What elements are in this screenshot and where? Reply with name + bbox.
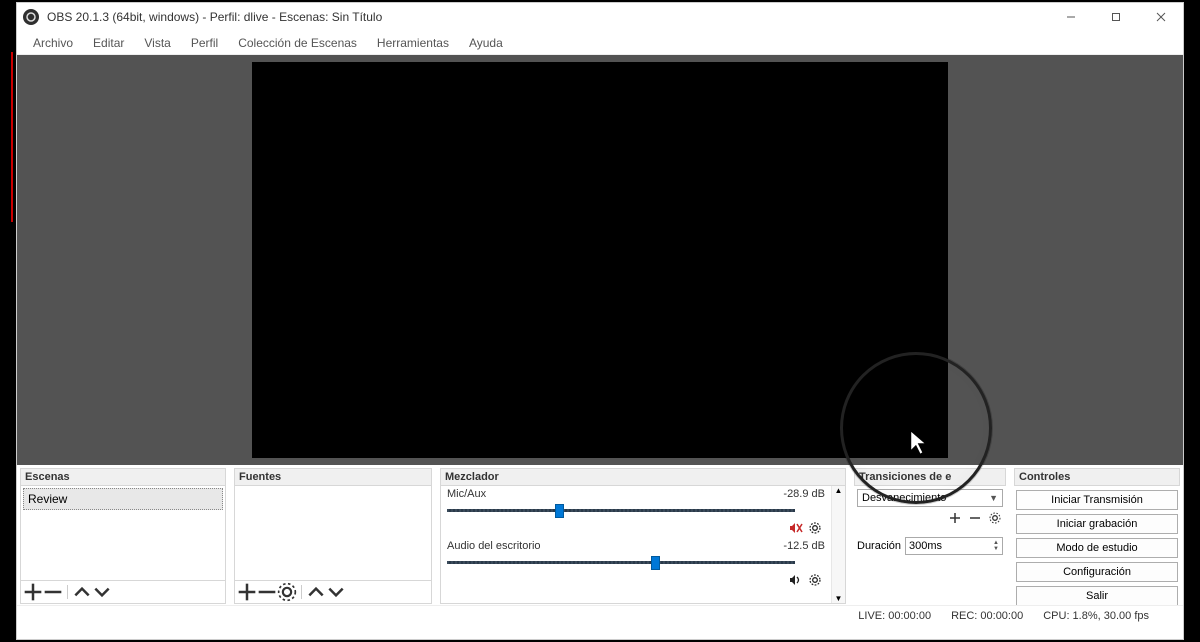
panel-escenas: Escenas Review <box>19 467 227 605</box>
menu-editar[interactable]: Editar <box>85 34 132 52</box>
window-title: OBS 20.1.3 (64bit, windows) - Perfil: dl… <box>47 10 382 24</box>
mute-icon[interactable] <box>789 522 803 537</box>
gear-icon[interactable] <box>809 574 821 589</box>
panel-fuentes: Fuentes <box>233 467 433 605</box>
duration-label: Duración <box>857 540 901 552</box>
studio-mode-button[interactable]: Modo de estudio <box>1016 538 1178 558</box>
chevron-down-icon: ▼ <box>989 493 998 503</box>
panel-header-mezclador: Mezclador <box>440 468 846 486</box>
panel-header-fuentes: Fuentes <box>234 468 432 486</box>
spin-down-icon[interactable]: ▼ <box>993 546 999 552</box>
fuentes-toolbar <box>234 581 432 604</box>
transition-settings-button[interactable] <box>989 511 1001 527</box>
speaker-icon[interactable] <box>789 574 803 589</box>
panel-mezclador: Mezclador Mic/Aux -28.9 dB <box>439 467 847 605</box>
mixer-desktop-slider[interactable] <box>447 554 825 572</box>
add-scene-button[interactable] <box>23 583 43 601</box>
escenas-toolbar <box>20 581 226 604</box>
mixer-micaux-db: -28.9 dB <box>783 488 825 500</box>
mixer-track-desktop: Audio del escritorio -12.5 dB <box>441 538 831 590</box>
mixer-micaux-slider[interactable] <box>447 502 825 520</box>
start-record-button[interactable]: Iniciar grabación <box>1016 514 1178 534</box>
remove-transition-button[interactable] <box>969 511 981 527</box>
mixer-micaux-label: Mic/Aux <box>447 488 486 500</box>
mixer-desktop-label: Audio del escritorio <box>447 540 541 552</box>
close-button[interactable] <box>1138 3 1183 31</box>
mixer-track-micaux: Mic/Aux -28.9 dB <box>441 486 831 538</box>
remove-scene-button[interactable] <box>43 583 63 601</box>
scene-down-button[interactable] <box>92 583 112 601</box>
scroll-up-icon[interactable]: ▲ <box>835 486 843 495</box>
preview-area[interactable] <box>17 55 1183 465</box>
statusbar: LIVE: 00:00:00 REC: 00:00:00 CPU: 1.8%, … <box>17 605 1183 625</box>
mixer-desktop-db: -12.5 dB <box>783 540 825 552</box>
start-stream-button[interactable]: Iniciar Transmisión <box>1016 490 1178 510</box>
menu-ayuda[interactable]: Ayuda <box>461 34 511 52</box>
status-rec: REC: 00:00:00 <box>951 610 1023 622</box>
status-cpu: CPU: 1.8%, 30.00 fps <box>1043 610 1149 622</box>
menu-perfil[interactable]: Perfil <box>183 34 226 52</box>
maximize-button[interactable] <box>1093 3 1138 31</box>
duration-input[interactable]: 300ms ▲▼ <box>905 537 1003 555</box>
panel-controles: Controles Iniciar Transmisión Iniciar gr… <box>1013 467 1181 605</box>
duration-value: 300ms <box>909 540 942 552</box>
scene-list[interactable]: Review <box>20 486 226 581</box>
titlebar: OBS 20.1.3 (64bit, windows) - Perfil: dl… <box>17 3 1183 31</box>
panel-header-transiciones: Transiciones de e <box>854 468 1006 486</box>
panel-transiciones: Transiciones de e Desvanecimiento ▼ Dura… <box>853 467 1007 605</box>
menubar: Archivo Editar Vista Perfil Colección de… <box>17 31 1183 55</box>
mixer-scrollbar[interactable]: ▲ ▼ <box>831 486 845 603</box>
scene-item-review[interactable]: Review <box>23 488 223 510</box>
preview-canvas[interactable] <box>252 62 948 458</box>
menu-vista[interactable]: Vista <box>136 34 178 52</box>
source-settings-button[interactable] <box>277 583 297 601</box>
panel-header-escenas: Escenas <box>20 468 226 486</box>
source-up-button[interactable] <box>306 583 326 601</box>
status-live: LIVE: 00:00:00 <box>858 610 931 622</box>
minimize-button[interactable] <box>1048 3 1093 31</box>
transition-combo[interactable]: Desvanecimiento ▼ <box>857 489 1003 507</box>
remove-source-button[interactable] <box>257 583 277 601</box>
panel-header-controles: Controles <box>1014 468 1180 486</box>
transition-combo-value: Desvanecimiento <box>862 492 946 504</box>
menu-archivo[interactable]: Archivo <box>25 34 81 52</box>
app-icon <box>23 9 39 25</box>
menu-coleccion[interactable]: Colección de Escenas <box>230 34 365 52</box>
sources-list[interactable] <box>234 486 432 581</box>
add-transition-button[interactable] <box>949 511 961 527</box>
scroll-down-icon[interactable]: ▼ <box>835 594 843 603</box>
menu-herramientas[interactable]: Herramientas <box>369 34 457 52</box>
settings-button[interactable]: Configuración <box>1016 562 1178 582</box>
source-down-button[interactable] <box>326 583 346 601</box>
exit-button[interactable]: Salir <box>1016 586 1178 606</box>
add-source-button[interactable] <box>237 583 257 601</box>
gear-icon[interactable] <box>809 522 821 537</box>
scene-up-button[interactable] <box>72 583 92 601</box>
